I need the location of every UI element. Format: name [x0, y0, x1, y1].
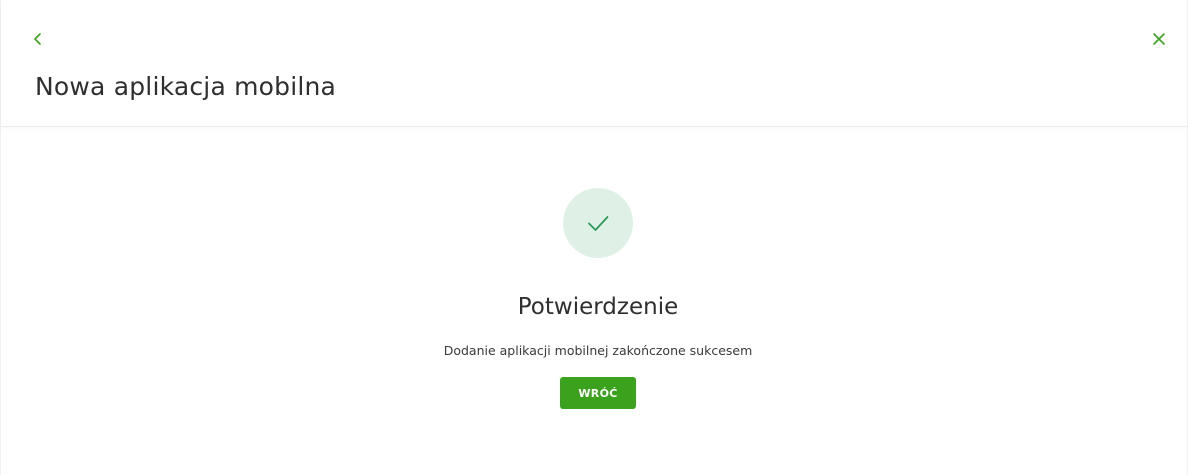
chevron-left-icon — [34, 33, 41, 45]
page-title: Nowa aplikacja mobilna — [35, 72, 337, 101]
close-icon — [1153, 33, 1165, 45]
confirmation-title: Potwierdzenie — [517, 294, 679, 320]
back-button[interactable] — [31, 30, 47, 48]
checkmark-icon — [588, 216, 609, 231]
confirmation-panel: Potwierdzenie Dodanie aplikacji mobilnej… — [1, 128, 1188, 475]
modal-header: Nowa aplikacja mobilna — [1, 0, 1188, 127]
return-button[interactable]: WRÓĆ — [560, 377, 636, 409]
modal-window: Nowa aplikacja mobilna Potwierdzenie Dod… — [0, 0, 1188, 475]
confirmation-message: Dodanie aplikacji mobilnej zakończone su… — [443, 343, 753, 358]
close-button[interactable] — [1150, 30, 1168, 48]
success-badge — [563, 188, 633, 258]
